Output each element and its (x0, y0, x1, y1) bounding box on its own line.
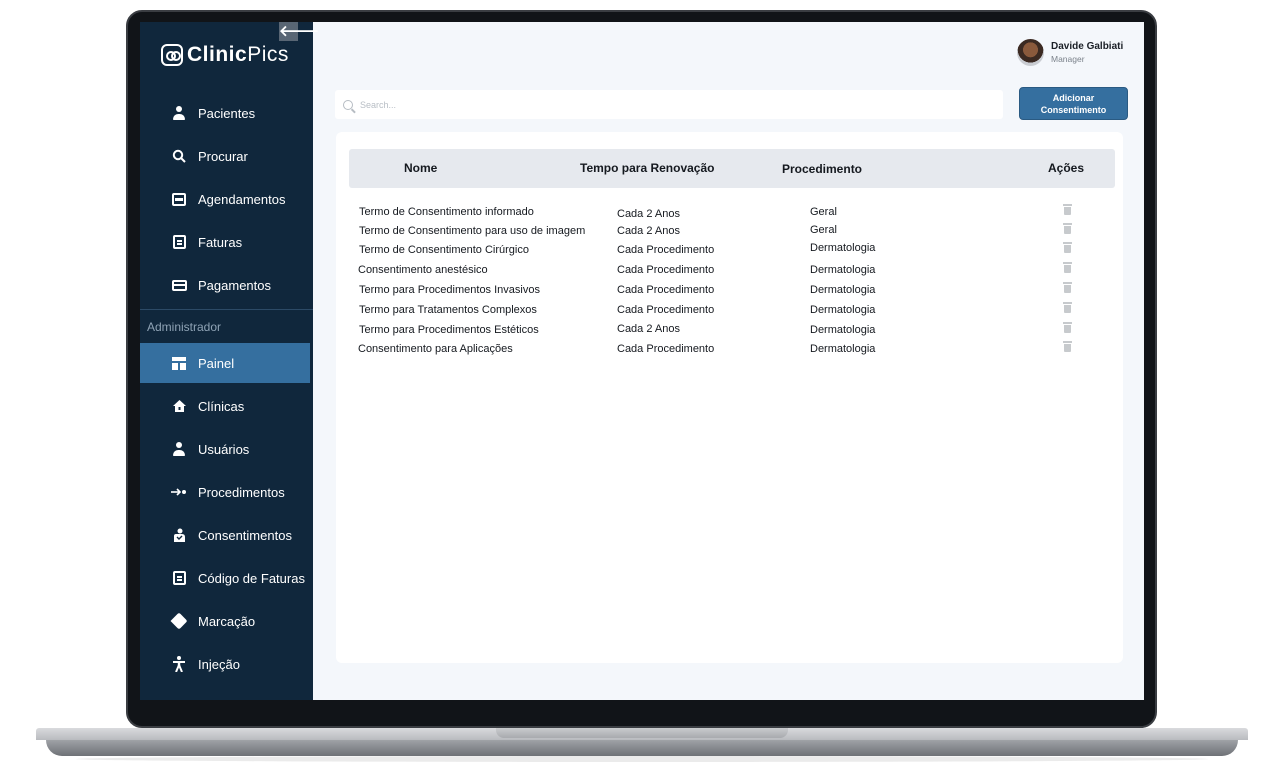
injection-person-icon (170, 655, 188, 673)
trash-icon[interactable] (1063, 341, 1072, 352)
sidebar-item-label: Injeção (198, 656, 240, 672)
sidebar-item-clinicas[interactable]: Clínicas (140, 386, 313, 426)
trash-icon[interactable] (1063, 204, 1072, 215)
invoice-code-icon (170, 569, 188, 587)
sidebar-item-label: Pacientes (198, 105, 256, 121)
search-input[interactable] (360, 99, 960, 110)
collapse-sidebar-button[interactable]: 🡐 (279, 22, 319, 41)
trash-icon[interactable] (1063, 262, 1072, 273)
dashboard-icon (170, 354, 188, 372)
sidebar-item-label: Clínicas (198, 398, 245, 414)
sidebar-item-pacientes[interactable]: Pacientes (140, 93, 313, 133)
consent-table-card: Nome Tempo para Renovação Procedimento A… (336, 132, 1123, 663)
sidebar-item-agendamentos[interactable]: Agendamentos (140, 179, 313, 219)
app-screen: 🡐 ClinicPics Pacientes Procurar Agendame… (140, 22, 1144, 700)
sidebar-item-label: Painel (198, 355, 235, 371)
column-header-procedimento: Procedimento (782, 162, 863, 176)
patient-icon (170, 104, 188, 122)
table-row[interactable]: Consentimento anestésico Cada Procedimen… (336, 262, 1123, 282)
table-row[interactable]: Termo de Consentimento para uso de image… (336, 223, 1123, 243)
table-row[interactable]: Termo para Procedimentos Estéticos Cada … (336, 322, 1123, 342)
sidebar-item-label: Consentimentos (198, 527, 292, 543)
sidebar: 🡐 ClinicPics Pacientes Procurar Agendame… (140, 22, 319, 700)
sidebar-item-usuarios[interactable]: Usuários (140, 429, 313, 469)
sidebar-item-label: Pagamentos (198, 277, 271, 293)
procedure-arrow-icon (170, 483, 188, 501)
invoice-icon (170, 233, 188, 251)
column-header-tempo: Tempo para Renovação (580, 161, 715, 175)
laptop-base (36, 728, 1248, 762)
search-icon (343, 99, 353, 110)
trash-icon[interactable] (1063, 302, 1072, 313)
user-icon (170, 440, 188, 458)
sidebar-item-pagamentos[interactable]: Pagamentos (140, 265, 313, 305)
sidebar-item-codigo-faturas[interactable]: Código de Faturas (140, 558, 313, 598)
user-name: Davide Galbiati (1051, 41, 1124, 52)
sidebar-item-injecao[interactable]: Injeção (140, 644, 313, 684)
add-consent-button[interactable]: Adicionar Consentimento (1019, 87, 1128, 120)
table-row[interactable]: Consentimento para Aplicações Cada Proce… (336, 341, 1123, 361)
table-row[interactable]: Termo de Consentimento informado Cada 2 … (336, 204, 1123, 224)
consent-hand-icon (170, 526, 188, 544)
tag-icon (170, 612, 188, 630)
sidebar-item-label: Procedimentos (198, 484, 285, 500)
search-bar (335, 90, 1003, 119)
trash-icon[interactable] (1063, 322, 1072, 333)
trash-icon[interactable] (1063, 242, 1072, 253)
sidebar-item-label: Faturas (198, 234, 243, 250)
payment-card-icon (170, 276, 188, 294)
sidebar-item-faturas[interactable]: Faturas (140, 222, 313, 262)
table-row[interactable]: Termo para Tratamentos Complexos Cada Pr… (336, 302, 1123, 322)
table-row[interactable]: Termo para Procedimentos Invasivos Cada … (336, 282, 1123, 302)
column-header-nome: Nome (404, 161, 438, 175)
table-row[interactable]: Termo de Consentimento Cirúrgico Cada Pr… (336, 242, 1123, 262)
calendar-icon (170, 190, 188, 208)
sidebar-item-marcacao[interactable]: Marcação (140, 601, 313, 641)
sidebar-item-painel[interactable]: Painel (140, 343, 310, 383)
logo-icon (161, 44, 183, 66)
trash-icon[interactable] (1063, 282, 1072, 293)
table-header: Nome Tempo para Renovação Procedimento A… (349, 149, 1115, 188)
search-icon (170, 147, 188, 165)
trash-icon[interactable] (1063, 223, 1072, 234)
sidebar-item-label: Agendamentos (198, 191, 286, 207)
sidebar-item-procedimentos[interactable]: Procedimentos (140, 472, 313, 512)
clinic-house-icon (170, 397, 188, 415)
avatar (1017, 39, 1044, 66)
sidebar-item-consentimentos[interactable]: Consentimentos (140, 515, 313, 555)
sidebar-item-procurar[interactable]: Procurar (140, 136, 313, 176)
arrow-left-icon: 🡐 (279, 23, 320, 40)
admin-section-label: Administrador (140, 309, 313, 343)
user-role: Manager (1051, 54, 1085, 64)
sidebar-item-label: Usuários (198, 441, 250, 457)
logo: ClinicPics (161, 42, 289, 68)
sidebar-item-label: Código de Faturas (198, 570, 305, 586)
user-profile[interactable]: Davide Galbiati Manager (1017, 39, 1123, 66)
sidebar-item-label: Marcação (198, 613, 256, 629)
sidebar-item-label: Procurar (198, 148, 248, 164)
column-header-acoes: Ações (1048, 161, 1085, 175)
